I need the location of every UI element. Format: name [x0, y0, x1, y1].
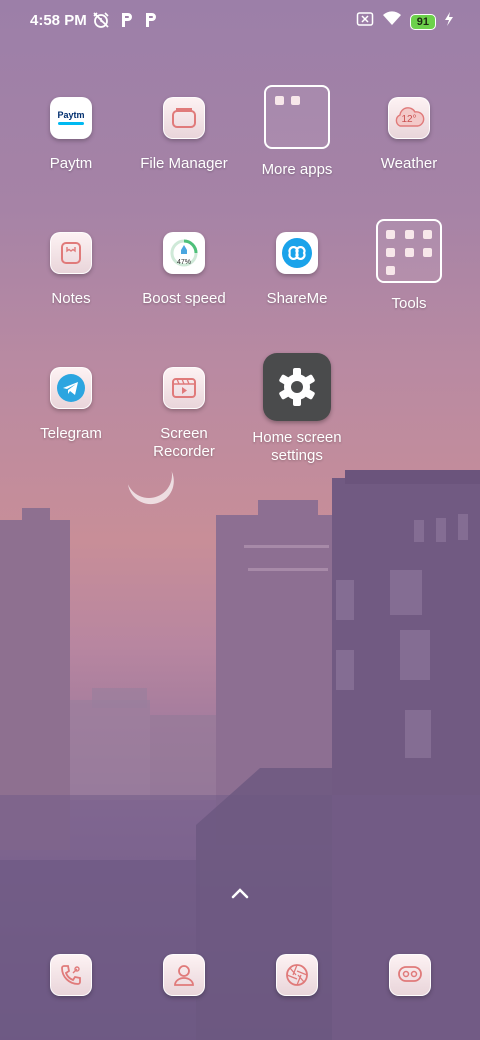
folder-more-apps[interactable]: More apps: [241, 85, 353, 179]
paytm-icon: Paytm: [50, 97, 92, 139]
contacts-icon[interactable]: [163, 954, 205, 996]
folder-tools[interactable]: Tools: [353, 219, 465, 313]
paytm-notification-icon: [120, 11, 134, 34]
no-sim-icon: [356, 11, 374, 32]
folder-icon: [264, 85, 330, 149]
status-bar: 4:58 PM 91: [0, 0, 480, 44]
phone-icon[interactable]: [50, 954, 92, 996]
app-label: ShareMe: [266, 290, 328, 307]
gear-icon: [263, 353, 331, 421]
app-shareme[interactable]: ShareMe: [241, 232, 353, 308]
weather-temp-text: 12°: [401, 113, 417, 125]
app-boost-speed[interactable]: 47% Boost speed: [128, 232, 240, 308]
paytm-notification-icon: [144, 11, 158, 34]
telegram-icon: [50, 367, 92, 409]
wifi-icon: [382, 11, 402, 32]
app-label: Weather: [380, 155, 438, 172]
folder-icon: [376, 219, 442, 283]
app-label: Home screen settings: [241, 429, 353, 465]
rocket-icon: 47%: [163, 232, 205, 274]
label-line: Recorder: [153, 443, 215, 460]
camera-icon[interactable]: [276, 954, 318, 996]
app-weather[interactable]: 12° Weather: [353, 97, 465, 173]
app-screen-recorder[interactable]: Screen Recorder: [128, 367, 240, 461]
messaging-icon[interactable]: [389, 954, 431, 996]
app-drawer-chevron-up-icon[interactable]: [230, 886, 250, 905]
folder-icon: [163, 97, 205, 139]
app-label: Paytm: [49, 155, 93, 172]
screen-recorder-icon: [163, 367, 205, 409]
app-label: Telegram: [40, 425, 102, 442]
battery-icon: 91: [409, 13, 436, 30]
app-notes[interactable]: Notes: [15, 232, 127, 308]
app-label: Boost speed: [142, 290, 226, 307]
paytm-logo-text: Paytm: [57, 110, 85, 120]
folder-label: Tools: [391, 295, 427, 312]
boost-percent-text: 47%: [176, 258, 191, 266]
app-telegram[interactable]: Telegram: [15, 367, 127, 443]
label-line: Home screen: [252, 429, 342, 446]
label-line: Screen: [160, 425, 208, 442]
notes-icon: [50, 232, 92, 274]
clock: 4:58 PM: [30, 12, 87, 29]
alarm-off-icon: [92, 11, 110, 34]
charging-icon: [444, 11, 454, 32]
app-home-screen-settings[interactable]: Home screen settings: [241, 353, 353, 465]
folder-label: More apps: [261, 161, 333, 178]
label-line: settings: [271, 447, 323, 464]
shareme-icon: [276, 232, 318, 274]
app-label: File Manager: [140, 155, 228, 172]
app-file-manager[interactable]: File Manager: [128, 97, 240, 173]
app-paytm[interactable]: Paytm Paytm: [15, 97, 127, 173]
app-label: Screen Recorder: [128, 425, 240, 461]
app-label: Notes: [51, 290, 91, 307]
weather-cloud-icon: 12°: [388, 97, 430, 139]
